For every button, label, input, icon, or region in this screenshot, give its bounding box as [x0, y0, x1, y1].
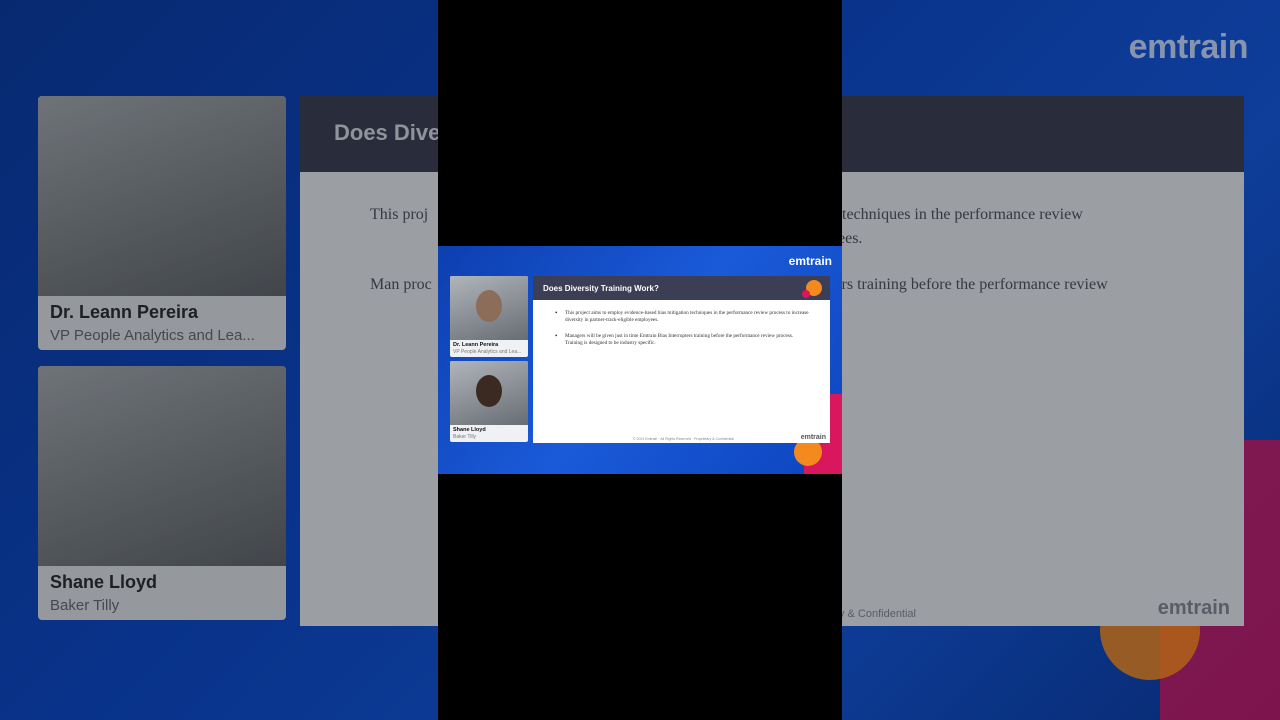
video-player: emtrain Dr. Leann Pereira VP People Anal… [0, 0, 1280, 720]
slide-bullet: This project aims to employ evidence-bas… [555, 309, 810, 325]
participant-face [476, 290, 502, 322]
presentation-slide: Does Diversity Training Work? This proje… [533, 276, 830, 443]
slide-pink-dot [802, 290, 810, 298]
participant-tile-1: Dr. Leann Pereira VP People Analytics an… [450, 276, 528, 357]
participant-tile-2: Shane Lloyd Baker Tilly [450, 361, 528, 442]
participant-name: Shane Lloyd [453, 427, 486, 433]
slide-title: Does Diversity Training Work? [533, 276, 830, 300]
participant-role: VP People Analytics and Lea... [453, 349, 522, 355]
slide-copyright: © 2021 Emtrain · All Rights Reserved · P… [633, 437, 735, 441]
slide-bullet: Managers will be given just in time Emtr… [555, 332, 810, 348]
participant-face [476, 375, 502, 407]
participant-camera [450, 276, 528, 340]
emtrain-logo: emtrain [788, 254, 832, 268]
participant-role: Baker Tilly [453, 434, 477, 440]
video-frame[interactable]: emtrain Dr. Leann Pereira VP People Anal… [438, 246, 842, 474]
slide-logo: emtrain [800, 434, 826, 441]
slide-bullets: This project aims to employ evidence-bas… [533, 300, 830, 347]
participant-name: Dr. Leann Pereira [453, 342, 499, 348]
participant-camera [450, 361, 528, 425]
